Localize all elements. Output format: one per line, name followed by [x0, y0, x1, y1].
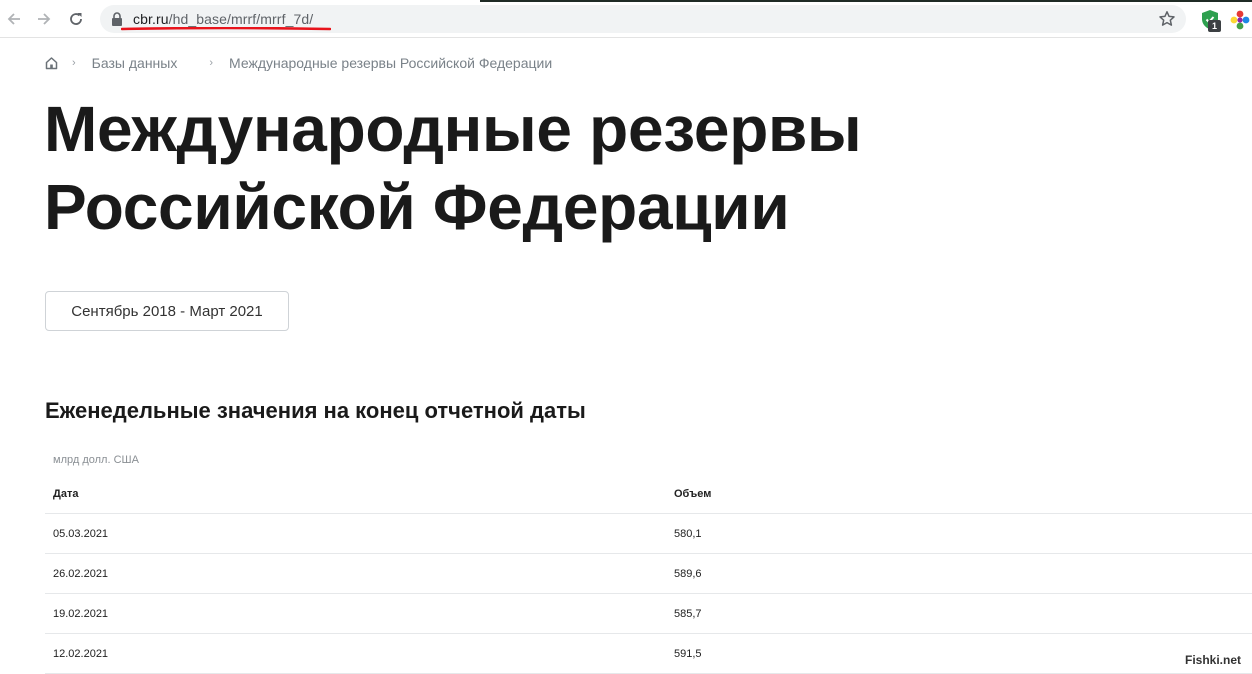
home-icon[interactable] [45, 56, 58, 70]
period-selector-button[interactable]: Сентябрь 2018 - Март 2021 [45, 291, 289, 331]
url-underline-annotation [121, 27, 331, 31]
back-button[interactable] [3, 8, 25, 30]
cell-date: 12.02.2021 [53, 648, 109, 660]
extension-badge: 1 [1208, 20, 1221, 32]
reload-button[interactable] [65, 8, 87, 30]
table-row: 12.02.2021 591,5 [45, 634, 1252, 674]
reload-icon [70, 13, 82, 25]
browser-toolbar: cbr.ru/hd_base/mrrf/mrrf_7d/ 1 [0, 0, 1252, 38]
cell-volume: 585,7 [674, 608, 702, 620]
breadcrumb-separator: › [72, 57, 76, 69]
page-title: Международные резервы Российской Федерац… [44, 93, 862, 243]
url-path: /hd_base/mrrf/mrrf_7d/ [168, 11, 314, 27]
section-title: Еженедельные значения на конец отчетной … [45, 398, 586, 423]
bookmark-star-icon[interactable] [1158, 10, 1176, 28]
column-header-date: Дата [53, 488, 79, 500]
table-row: 19.02.2021 585,7 [45, 594, 1252, 634]
table-row: 26.02.2021 589,6 [45, 554, 1252, 594]
units-label: млрд долл. США [53, 454, 139, 466]
table-header: Дата Объем [45, 478, 1252, 514]
watermark: Fishki.net [1185, 653, 1242, 667]
breadcrumb: › Базы данных › Международные резервы Ро… [45, 54, 552, 72]
reserves-table: Дата Объем 05.03.2021 580,1 26.02.2021 5… [45, 478, 1252, 674]
cell-date: 05.03.2021 [53, 528, 109, 540]
breadcrumb-separator: › [209, 57, 214, 69]
cell-volume: 591,5 [674, 648, 702, 660]
arrow-right-icon [38, 13, 51, 25]
cell-date: 26.02.2021 [53, 568, 109, 580]
url-text[interactable]: cbr.ru/hd_base/mrrf/mrrf_7d/ [133, 11, 313, 27]
cell-volume: 589,6 [674, 568, 702, 580]
breadcrumb-item-current: Международные резервы Российской Федерац… [229, 55, 553, 71]
arrow-left-icon [7, 13, 20, 25]
lock-icon [112, 12, 122, 26]
url-host: cbr.ru [133, 11, 169, 27]
cell-volume: 580,1 [674, 528, 702, 540]
column-header-volume: Объем [674, 488, 712, 500]
forward-button[interactable] [33, 8, 55, 30]
window-top-strip [0, 0, 1252, 2]
table-row: 05.03.2021 580,1 [45, 514, 1252, 554]
cell-date: 19.02.2021 [53, 608, 109, 620]
colorful-extension-icon[interactable] [1230, 10, 1250, 30]
breadcrumb-item-databases[interactable]: Базы данных [92, 55, 178, 71]
